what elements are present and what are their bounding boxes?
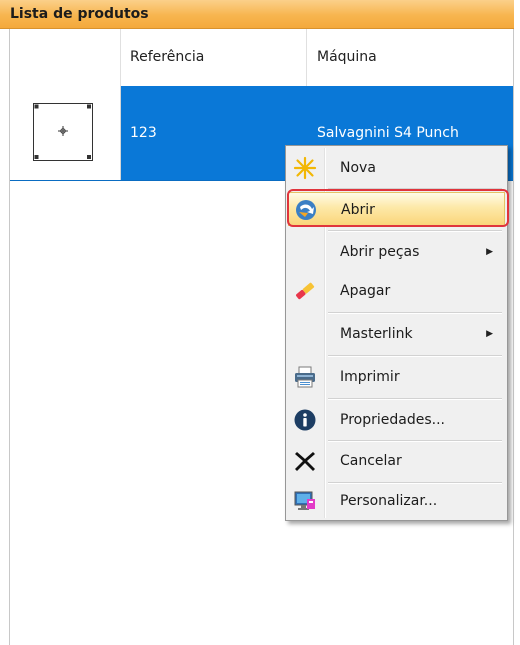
menu-item-imprimir[interactable]: Imprimir [288, 360, 505, 394]
column-separator[interactable] [306, 29, 307, 86]
menu-item-masterlink[interactable]: Masterlink ▶ [288, 317, 505, 351]
menu-separator [328, 440, 502, 442]
menu-separator [328, 230, 502, 232]
eraser-icon [296, 282, 315, 300]
cancel-x-icon [295, 452, 315, 471]
cell-referencia[interactable]: 123 [130, 86, 157, 180]
submenu-arrow-icon: ▶ [486, 247, 493, 257]
menu-item-label: Apagar [340, 283, 391, 299]
grid-header: Referência Máquina [10, 29, 513, 87]
printer-icon [295, 366, 315, 388]
menu-item-cancelar[interactable]: Cancelar [288, 444, 505, 478]
menu-item-label: Propriedades... [340, 412, 445, 428]
grid-border [513, 29, 514, 645]
info-icon [294, 409, 316, 431]
menu-item-label: Masterlink [340, 326, 413, 342]
product-thumbnail [33, 103, 93, 161]
part-preview-icon [34, 104, 91, 159]
menu-item-label: Abrir peças [340, 244, 420, 260]
menu-item-abrir-pecas[interactable]: Abrir peças ▶ [288, 235, 505, 269]
menu-item-propriedades[interactable]: Propriedades... [288, 403, 505, 437]
menu-item-label: Cancelar [340, 453, 402, 469]
menu-item-apagar[interactable]: Apagar [288, 274, 505, 308]
menu-item-nova[interactable]: Nova [288, 151, 505, 185]
column-header-maquina[interactable]: Máquina [317, 29, 377, 86]
column-header-referencia[interactable]: Referência [130, 29, 204, 86]
menu-separator [328, 355, 502, 357]
submenu-arrow-icon: ▶ [486, 329, 493, 339]
menu-separator [328, 312, 502, 314]
highlight-annotation [287, 189, 509, 227]
panel-title: Lista de produtos [0, 0, 514, 29]
customize-monitor-icon [294, 491, 315, 510]
menu-separator [328, 398, 502, 400]
thumbnail-cell[interactable] [10, 86, 121, 180]
star-burst-icon [293, 156, 317, 180]
menu-item-label: Nova [340, 160, 376, 176]
menu-item-label: Imprimir [340, 369, 400, 385]
menu-item-label: Personalizar... [340, 493, 438, 509]
column-separator[interactable] [120, 29, 121, 86]
menu-item-personalizar[interactable]: Personalizar... [288, 484, 505, 518]
